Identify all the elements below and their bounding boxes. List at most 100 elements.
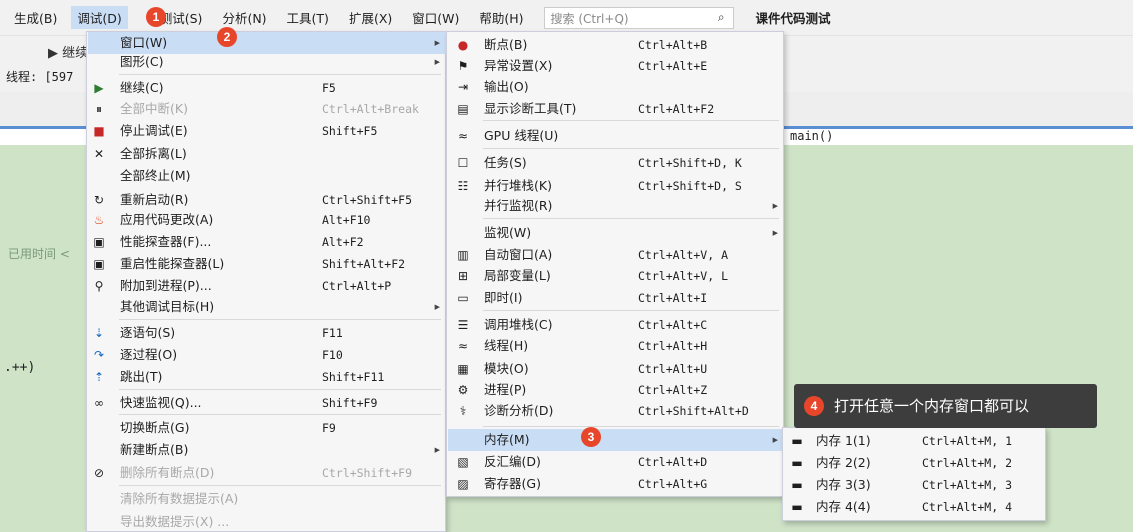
window-menu-item[interactable]: ≈ 线程(H) Ctrl+Alt+H [448,335,784,357]
debug-menu-item[interactable]: ▶ 继续(C) F5 [88,77,446,99]
window-menu-item-shortcut: Ctrl+Shift+Alt+D [638,404,749,418]
window-menu-item[interactable]: ⊞ 局部变量(L) Ctrl+Alt+V, L [448,265,784,287]
window-menu-item-label: 自动窗口(A) [484,247,553,262]
debug-menu: 窗口(W) ▶ 图形(C) ▶ ▶ 继续(C) F5 ⏸ 全部中断(K) Ctrl+Alt+Bre… [86,31,446,532]
window-menu-item[interactable]: ☷ 并行堆栈(K) Ctrl+Shift+D, S [448,175,784,197]
window-menu-item[interactable]: ≈ GPU 线程(U) [448,125,784,147]
debug-menu-item[interactable]: ⚲ 附加到进程(P)... Ctrl+Alt+P [88,275,446,297]
chevron-right-icon: ▶ [772,229,778,237]
search-input[interactable]: 搜索 (Ctrl+Q) ⌕ [543,6,734,29]
debug-menu-item[interactable]: ⇣ 逐语句(S) F11 [88,322,446,344]
window-menu-item[interactable]: ▤ 显示诊断工具(T) Ctrl+Alt+F2 [448,98,784,120]
debug-menu-item-shortcut: F9 [322,421,336,435]
delete-breakpoints-icon: ⊘ [93,466,105,480]
debug-menu-item[interactable]: 新建断点(B) ▶ [88,439,446,461]
debug-menu-item[interactable]: ∞ 快速监视(Q)... Shift+F9 [88,392,446,414]
debug-menu-item[interactable]: 图形(C) ▶ [88,51,446,73]
immediate-icon: ▭ [457,291,469,305]
menu-help[interactable]: 帮助(H) [479,8,523,27]
window-menu-item[interactable]: ⚕ 诊断分析(D) Ctrl+Shift+Alt+D [448,400,784,422]
debug-menu-item[interactable]: ⊘ 删除所有断点(D) Ctrl+Shift+F9 [88,462,446,484]
menu-tools[interactable]: 工具(T) [287,8,329,27]
debug-menu-item[interactable]: ⇡ 跳出(T) Shift+F11 [88,366,446,388]
search-icon[interactable]: ⌕ [718,10,725,25]
debug-menu-item-label: 全部终止(M) [120,168,191,183]
debug-menu-item[interactable]: ■ 停止调试(E) Shift+F5 [88,120,446,142]
step-badge-3: 3 [581,427,601,447]
menu-window[interactable]: 窗口(W) [412,8,459,27]
play-icon: ▶ [94,81,104,95]
debug-menu-item-shortcut: F11 [322,326,343,340]
window-menu-item[interactable]: ⇥ 输出(O) [448,76,784,98]
modules-icon: ▦ [457,362,469,376]
registers-icon: ▨ [457,477,469,491]
function-dropdown[interactable]: main() [790,129,833,143]
window-menu-item-label: 即时(I) [484,290,523,305]
menu-analyze[interactable]: 分析(N) [222,8,266,27]
threads-icon: ≈ [457,339,469,353]
attach-icon: ⚲ [94,279,104,293]
glasses-icon: ∞ [94,396,104,410]
debug-menu-item[interactable]: ▣ 重启性能探查器(L) Shift+Alt+F2 [88,253,446,275]
debug-menu-item-label: 性能探查器(F)... [120,234,212,249]
menu-build[interactable]: 生成(B) [14,8,57,27]
debug-menu-item[interactable]: ↻ 重新启动(R) Ctrl+Shift+F5 [88,189,446,211]
menu-separator [119,319,441,320]
window-menu-item[interactable]: ● 断点(B) Ctrl+Alt+B [448,34,784,56]
debug-menu-item[interactable]: ↷ 逐过程(O) F10 [88,344,446,366]
memory-menu-item-shortcut: Ctrl+Alt+M, 2 [922,456,1013,470]
debug-menu-item[interactable]: 清除所有数据提示(A) [88,488,446,510]
window-menu-item[interactable]: ▦ 模块(O) Ctrl+Alt+U [448,358,784,380]
memory-menu-item[interactable]: ▬ 内存 4(4) Ctrl+Alt+M, 4 [784,496,1046,518]
memory-menu-item[interactable]: ▬ 内存 2(2) Ctrl+Alt+M, 2 [784,452,1046,474]
debug-menu-item-label: 切换断点(G) [120,420,190,435]
window-menu-item[interactable]: ⚙ 进程(P) Ctrl+Alt+Z [448,379,784,401]
debug-menu-item[interactable]: 全部终止(M) [88,165,446,187]
menu-debug[interactable]: 调试(D) [71,6,128,29]
window-menu-item[interactable]: ⚑ 异常设置(X) Ctrl+Alt+E [448,55,784,77]
debug-menu-item[interactable]: 其他调试目标(H) ▶ [88,296,446,318]
debug-menu-item-label: 全部拆离(L) [120,146,187,161]
step-over-icon: ↷ [93,348,105,362]
memory-icon: ▬ [791,500,803,514]
window-menu-item-shortcut: Ctrl+Alt+U [638,362,708,376]
debug-menu-item[interactable]: 导出数据提示(X) ... [88,511,446,532]
diagnostics-icon: ▤ [457,102,469,116]
debug-menu-item[interactable]: ✕ 全部拆离(L) [88,143,446,165]
window-menu-item[interactable]: 监视(W) ▶ [448,222,784,244]
window-menu-item[interactable]: ☰ 调用堆栈(C) Ctrl+Alt+C [448,314,784,336]
debug-menu-item-shortcut: Alt+F2 [322,235,364,249]
continue-toolbar-button[interactable]: ▶ 继续 [48,42,88,61]
window-menu-item[interactable]: ▧ 反汇编(D) Ctrl+Alt+D [448,451,784,473]
debug-menu-item[interactable]: ▣ 性能探查器(F)... Alt+F2 [88,231,446,253]
window-menu-item-shortcut: Ctrl+Alt+Z [638,383,708,397]
window-menu-item-label: 异常设置(X) [484,58,553,73]
profiler-icon: ▣ [93,235,105,249]
menu-extensions[interactable]: 扩展(X) [349,8,392,27]
debug-menu-item[interactable]: ⏸ 全部中断(K) Ctrl+Alt+Break [88,98,446,120]
window-menu-item-shortcut: Ctrl+Shift+D, S [638,179,742,193]
menu-separator [483,310,779,311]
window-menu-item-shortcut: Ctrl+Alt+V, A [638,248,729,262]
debug-menu-item[interactable]: 切换断点(G) F9 [88,417,446,439]
memory-menu-item-label: 内存 1(1) [816,433,871,448]
chevron-right-icon: ▶ [434,58,440,66]
step-badge-1: 1 [146,7,166,27]
window-menu-item[interactable]: 并行监视(R) ▶ [448,195,784,217]
window-menu-item[interactable]: ☐ 任务(S) Ctrl+Shift+D, K [448,152,784,174]
window-menu-item[interactable]: ▨ 寄存器(G) Ctrl+Alt+G [448,473,784,495]
profiler-restart-icon: ▣ [93,257,105,271]
debug-menu-item[interactable]: ♨ 应用代码更改(A) Alt+F10 [88,209,446,231]
window-menu-item[interactable]: ▭ 即时(I) Ctrl+Alt+I [448,287,784,309]
menu-test[interactable]: 测试(S) [160,8,203,27]
window-menu-item-label: 反汇编(D) [484,454,541,469]
memory-menu-item[interactable]: ▬ 内存 3(3) Ctrl+Alt+M, 3 [784,474,1046,496]
window-menu-item[interactable]: ▥ 自动窗口(A) Ctrl+Alt+V, A [448,244,784,266]
debug-menu-item-label: 其他调试目标(H) [120,299,215,314]
debug-menu-item-shortcut: Shift+Alt+F2 [322,257,406,271]
debug-menu-item-label: 快速监视(Q)... [120,395,202,410]
step-badge-4: 4 [804,396,824,416]
window-menu-item[interactable]: 内存(M) ▶ [448,429,784,451]
memory-menu-item[interactable]: ▬ 内存 1(1) Ctrl+Alt+M, 1 [784,430,1046,452]
elapsed-time-hint: 已用时间 < [8,247,70,261]
